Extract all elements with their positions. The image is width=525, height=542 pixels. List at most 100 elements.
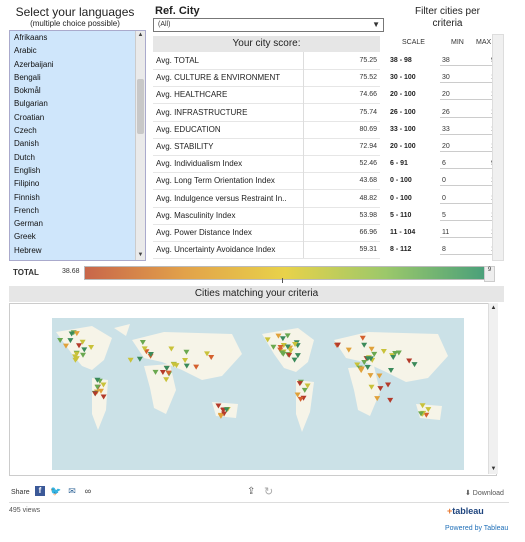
filter-min-input[interactable]: 38 bbox=[442, 52, 450, 69]
score-value: 80.69 bbox=[359, 125, 377, 133]
filter-min-input[interactable]: 0 bbox=[442, 172, 446, 189]
filter-range-slider[interactable] bbox=[440, 65, 500, 66]
refresh-icon[interactable]: ↻ bbox=[264, 485, 273, 498]
score-row: Avg. Individualism Index 52.46 bbox=[153, 155, 380, 174]
score-row: Avg. CULTURE & ENVIRONMENT 75.52 bbox=[153, 69, 380, 88]
filter-range-slider[interactable] bbox=[440, 168, 500, 170]
world-map[interactable] bbox=[52, 318, 464, 470]
filter-min-input[interactable]: 26 bbox=[442, 104, 450, 121]
language-item[interactable]: Czech bbox=[10, 124, 145, 137]
language-item[interactable]: Finnish bbox=[10, 191, 145, 204]
language-item[interactable]: Dutch bbox=[10, 151, 145, 164]
download-button[interactable]: ⬇ Download bbox=[465, 489, 504, 497]
total-min-value: 38.68 bbox=[62, 268, 80, 275]
filter-min-input[interactable]: 20 bbox=[442, 138, 450, 155]
score-row: Avg. Power Distance Index 66.96 bbox=[153, 224, 380, 242]
score-value: 43.68 bbox=[359, 177, 377, 185]
score-header: Your city score: bbox=[153, 36, 380, 52]
language-item[interactable]: Arabic bbox=[10, 44, 145, 57]
filter-min-input[interactable]: 8 bbox=[442, 241, 446, 258]
filter-range-slider[interactable] bbox=[440, 219, 500, 221]
filter-min-input[interactable]: 33 bbox=[442, 121, 450, 138]
score-row: Avg. INFRASTRUCTURE 75.74 bbox=[153, 104, 380, 122]
score-value: 74.66 bbox=[359, 91, 377, 99]
language-item[interactable]: Azerbaijani bbox=[10, 58, 145, 71]
twitter-icon[interactable]: 🐦 bbox=[50, 486, 61, 496]
filter-scale: 11 - 104 bbox=[390, 229, 416, 236]
filter-range-slider[interactable] bbox=[440, 254, 500, 256]
filter-min-input[interactable]: 6 bbox=[442, 155, 446, 172]
scroll-down-icon[interactable]: ▼ bbox=[489, 466, 498, 472]
export-icon[interactable]: ⇪ bbox=[247, 486, 255, 497]
filter-row: 30 - 10030100 bbox=[390, 69, 505, 86]
filter-range-slider[interactable] bbox=[440, 185, 500, 187]
filter-min-input[interactable]: 11 bbox=[442, 224, 449, 241]
dropdown-arrow-icon[interactable]: ▼ bbox=[372, 19, 380, 31]
ref-city-title: Ref. City bbox=[155, 5, 200, 17]
language-item[interactable]: Greek bbox=[10, 230, 145, 243]
language-item[interactable]: Bokmål bbox=[10, 84, 145, 97]
facebook-icon[interactable]: f bbox=[35, 486, 45, 496]
filter-row: 20 - 10020100 bbox=[390, 138, 505, 155]
language-list-scrollbar[interactable]: ▲ ▼ bbox=[135, 31, 145, 260]
email-icon[interactable]: ✉ bbox=[67, 486, 77, 496]
tableau-logo[interactable]: +tableau bbox=[447, 506, 484, 516]
filter-min-input[interactable]: 30 bbox=[442, 69, 450, 86]
language-item[interactable]: German bbox=[10, 217, 145, 230]
filter-range-slider[interactable] bbox=[440, 99, 500, 101]
cities-header: Cities matching your criteria bbox=[9, 286, 504, 302]
score-label: Avg. INFRASTRUCTURE bbox=[156, 107, 248, 117]
filter-range-slider[interactable] bbox=[440, 202, 500, 204]
score-divider bbox=[303, 52, 304, 258]
filter-range-slider[interactable] bbox=[440, 116, 500, 118]
filter-scale: 30 - 100 bbox=[390, 74, 416, 82]
filter-min-input[interactable]: 0 bbox=[442, 190, 446, 207]
total-color-legend bbox=[84, 266, 486, 280]
filter-range-slider[interactable] bbox=[440, 82, 500, 84]
language-listbox[interactable]: Afrikaans Arabic Azerbaijani Bengali Bokmål B… bbox=[9, 30, 146, 261]
scrollbar-thumb[interactable] bbox=[137, 79, 144, 134]
score-row: Avg. TOTAL 75.25 bbox=[153, 52, 380, 70]
filter-range-slider[interactable] bbox=[440, 237, 500, 238]
filter-title: Filter cities per criteria bbox=[414, 6, 480, 29]
filter-range-slider[interactable] bbox=[440, 133, 500, 135]
filter-scale: 0 - 100 bbox=[390, 177, 412, 185]
filter-row: 5 - 1105110 bbox=[390, 207, 505, 224]
language-item[interactable]: French bbox=[10, 204, 145, 217]
language-item[interactable]: Hebrew bbox=[10, 244, 145, 257]
dashboard-scrollbar[interactable] bbox=[492, 34, 504, 261]
filter-min-input[interactable]: 5 bbox=[442, 207, 446, 224]
score-label: Avg. Power Distance Index bbox=[156, 228, 252, 237]
scroll-down-icon[interactable]: ▼ bbox=[136, 251, 145, 260]
scroll-up-icon[interactable]: ▲ bbox=[136, 31, 145, 40]
score-value: 52.46 bbox=[359, 160, 377, 168]
column-header-max: MAX bbox=[476, 39, 492, 46]
link-icon[interactable]: ∞ bbox=[83, 486, 93, 496]
filter-scale: 0 - 100 bbox=[390, 194, 412, 202]
total-marker bbox=[282, 278, 283, 283]
scroll-up-icon[interactable]: ▲ bbox=[489, 305, 498, 311]
column-header-min: MIN bbox=[451, 39, 464, 46]
language-item[interactable]: Filipino bbox=[10, 177, 145, 190]
filter-min-input[interactable]: 20 bbox=[442, 86, 450, 103]
filter-scale: 26 - 100 bbox=[390, 108, 416, 116]
score-label: Avg. Uncertainty Avoidance Index bbox=[156, 245, 276, 255]
filter-scale: 5 - 110 bbox=[390, 211, 412, 219]
score-label: Avg. Indulgence versus Restraint In.. bbox=[156, 193, 287, 203]
language-item[interactable]: Bulgarian bbox=[10, 97, 145, 110]
language-item[interactable]: Afrikaans bbox=[10, 31, 145, 44]
powered-by-tableau-link[interactable]: Powered by Tableau bbox=[445, 525, 508, 532]
language-item[interactable]: Croatian bbox=[10, 111, 145, 124]
language-item[interactable]: English bbox=[10, 164, 145, 177]
filter-row: 20 - 10020100 bbox=[390, 86, 505, 103]
filter-row: 6 - 91691 bbox=[390, 155, 505, 172]
score-label: Avg. Long Term Orientation Index bbox=[156, 176, 275, 186]
score-label: Avg. STABILITY bbox=[156, 142, 214, 151]
share-label: Share bbox=[11, 489, 30, 496]
ref-city-dropdown[interactable]: (All) ▼ bbox=[153, 18, 384, 32]
language-item[interactable]: Danish bbox=[10, 137, 145, 150]
score-value: 72.94 bbox=[359, 143, 377, 150]
language-item[interactable]: Bengali bbox=[10, 71, 145, 84]
cities-scrollbar[interactable]: ▲ ▼ bbox=[488, 303, 498, 474]
filter-range-slider[interactable] bbox=[440, 151, 500, 152]
